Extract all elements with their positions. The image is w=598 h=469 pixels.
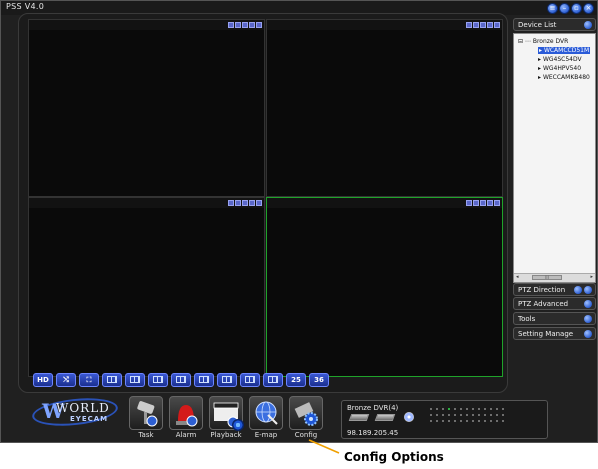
expand-icon[interactable] <box>584 330 592 338</box>
config-label: Config <box>294 431 318 439</box>
device-tree[interactable]: ⊟ ⋯ Bronze DVR ▸ WCAMCCD51M ▸ WG4SC54DV … <box>513 33 596 283</box>
tree-root[interactable]: ⊟ ⋯ Bronze DVR <box>518 38 568 45</box>
record-icon[interactable] <box>228 22 234 28</box>
snapshot-icon[interactable] <box>235 22 241 28</box>
tools-header[interactable]: Tools <box>513 312 596 325</box>
window-title: PSS V4.0 <box>6 2 45 11</box>
camera-icon: ▸ <box>539 47 543 54</box>
alarm-siren-icon <box>176 405 198 427</box>
close-pane-icon[interactable] <box>494 200 500 206</box>
talk-icon[interactable] <box>249 22 255 28</box>
ptz-direction-header[interactable]: PTZ Direction <box>513 283 596 296</box>
dvr-name: Bronze DVR(4) <box>347 404 399 412</box>
layout-8-icon[interactable] <box>171 373 191 387</box>
channel-indicators <box>430 408 508 422</box>
emap-label: E-map <box>254 431 278 439</box>
layout-1-icon[interactable] <box>102 373 122 387</box>
config-gear-icon <box>294 402 318 426</box>
camera-item[interactable]: ▸ WECCAMKB480 <box>538 74 590 81</box>
callout-arrow <box>308 439 340 454</box>
dvr-status-panel: Bronze DVR(4) 98.189.205.45 <box>341 400 548 439</box>
talk-icon[interactable] <box>249 200 255 206</box>
dvr-ip-address: 98.189.205.45 <box>347 429 399 437</box>
layout-4-icon[interactable] <box>125 373 145 387</box>
config-button[interactable] <box>289 396 323 430</box>
record-icon[interactable] <box>228 200 234 206</box>
task-button[interactable] <box>129 396 163 430</box>
task-label: Task <box>138 431 154 439</box>
bottom-bar: W WORLD EYECAM Task Alarm Playback E-map… <box>18 393 548 441</box>
fullscreen-icon[interactable]: ⛶ <box>79 373 99 387</box>
emap-globe-icon <box>255 401 278 425</box>
close-pane-icon[interactable] <box>256 200 262 206</box>
alarm-label: Alarm <box>175 431 197 439</box>
expand-icon[interactable] <box>584 315 592 323</box>
camera-item[interactable]: ▸ WG4HPV540 <box>538 65 581 72</box>
alarm-button[interactable] <box>169 396 203 430</box>
pss-app-window: PSS V4.0 ≡ – ▫ × HD ⤭ ⛶ 25 36 Device Lis… <box>0 0 598 443</box>
device-list-header[interactable]: Device List <box>513 18 596 31</box>
layout-20-icon[interactable] <box>263 373 283 387</box>
hd-button[interactable]: HD <box>33 373 53 387</box>
hard-drive-icon <box>348 414 370 421</box>
layout-36-button[interactable]: 36 <box>309 373 329 387</box>
minimize-icon[interactable]: – <box>559 3 570 14</box>
restore-icon[interactable]: ▫ <box>571 3 582 14</box>
config-options-annotation: Config Options <box>344 450 444 464</box>
camera-icon: ▸ <box>538 74 542 81</box>
expand-icon[interactable] <box>584 300 592 308</box>
scroll-right-icon[interactable]: ▸ <box>590 274 593 281</box>
close-pane-icon[interactable] <box>256 22 262 28</box>
hard-drive-icon <box>374 414 396 421</box>
close-pane-icon[interactable] <box>494 22 500 28</box>
layout-13-icon[interactable] <box>217 373 237 387</box>
close-icon[interactable]: × <box>583 3 594 14</box>
snapshot-icon[interactable] <box>473 22 479 28</box>
video-pane-3[interactable] <box>28 197 265 377</box>
ptz-advanced-header[interactable]: PTZ Advanced <box>513 297 596 310</box>
setting-manage-header[interactable]: Setting Manage <box>513 327 596 340</box>
minus-icon[interactable] <box>574 286 582 294</box>
audio-icon[interactable] <box>242 200 248 206</box>
disc-icon <box>404 412 414 422</box>
camera-item[interactable]: ▸ WCAMCCD51M <box>538 47 591 54</box>
record-icon[interactable] <box>466 200 472 206</box>
world-eyecam-logo: W WORLD EYECAM <box>30 394 132 430</box>
layout-9-icon[interactable] <box>194 373 214 387</box>
task-camera-icon <box>137 401 158 427</box>
camera-item[interactable]: ▸ WG4SC54DV <box>538 56 582 63</box>
horizontal-scrollbar[interactable]: ◂ III ▸ <box>514 273 595 282</box>
video-grid <box>18 13 508 393</box>
talk-icon[interactable] <box>487 200 493 206</box>
camera-icon: ▸ <box>538 65 542 72</box>
layout-toolbar: HD ⤭ ⛶ 25 36 <box>33 373 329 387</box>
snapshot-icon[interactable] <box>235 200 241 206</box>
scroll-left-icon[interactable]: ◂ <box>516 274 519 281</box>
plus-icon[interactable] <box>584 286 592 294</box>
snapshot-icon[interactable] <box>473 200 479 206</box>
sequence-icon[interactable]: ⤭ <box>56 373 76 387</box>
video-pane-2[interactable] <box>266 19 503 197</box>
add-icon[interactable] <box>584 21 592 29</box>
layout-25-button[interactable]: 25 <box>286 373 306 387</box>
gear-icon <box>232 419 244 431</box>
record-icon[interactable] <box>466 22 472 28</box>
audio-icon[interactable] <box>480 22 486 28</box>
playback-label: Playback <box>210 431 242 439</box>
menu-icon[interactable]: ≡ <box>547 3 558 14</box>
camera-icon: ▸ <box>538 56 542 63</box>
layout-16-icon[interactable] <box>240 373 260 387</box>
video-pane-1[interactable] <box>28 19 265 197</box>
audio-icon[interactable] <box>480 200 486 206</box>
video-pane-4[interactable] <box>266 197 503 377</box>
layout-6-icon[interactable] <box>148 373 168 387</box>
audio-icon[interactable] <box>242 22 248 28</box>
emap-button[interactable] <box>249 396 283 430</box>
talk-icon[interactable] <box>487 22 493 28</box>
playback-button[interactable] <box>209 396 244 431</box>
scroll-thumb[interactable]: III <box>532 275 562 280</box>
